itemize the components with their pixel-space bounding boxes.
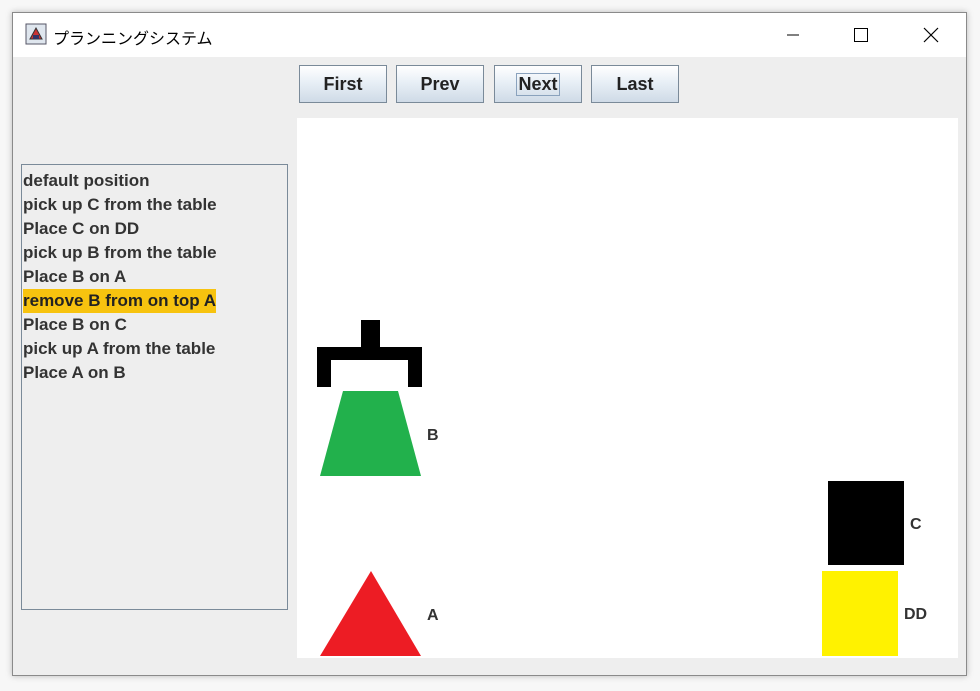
minimize-icon xyxy=(787,34,799,36)
first-button[interactable]: First xyxy=(299,65,387,103)
step-item[interactable]: Place B on C xyxy=(23,313,127,337)
block-dd-label: DD xyxy=(904,606,928,623)
block-b-label: B xyxy=(427,427,439,444)
last-button[interactable]: Last xyxy=(591,65,679,103)
steps-list[interactable]: default position pick up C from the tabl… xyxy=(21,164,288,610)
block-dd-square xyxy=(822,571,898,656)
gripper xyxy=(317,320,422,387)
maximize-icon xyxy=(854,28,868,42)
step-item[interactable]: Place A on B xyxy=(23,361,126,385)
maximize-button[interactable] xyxy=(838,13,884,57)
block-c-label: C xyxy=(910,516,922,533)
java-app-icon xyxy=(25,23,47,45)
scene-canvas: B A C DD xyxy=(297,118,958,658)
window-title: プランニングシステム xyxy=(53,29,213,48)
step-item[interactable]: pick up C from the table xyxy=(23,193,217,217)
next-button[interactable]: Next xyxy=(494,65,582,103)
prev-button[interactable]: Prev xyxy=(396,65,484,103)
step-item[interactable]: Place B on A xyxy=(23,265,126,289)
block-a-label: A xyxy=(427,607,439,624)
block-b-trapezoid xyxy=(320,391,421,476)
step-item-selected[interactable]: remove B from on top A xyxy=(23,289,216,313)
close-button[interactable] xyxy=(908,13,954,57)
title-bar[interactable]: プランニングシステム xyxy=(13,13,966,57)
step-item[interactable]: pick up B from the table xyxy=(23,241,217,265)
minimize-button[interactable] xyxy=(770,13,816,57)
block-c-square xyxy=(828,481,904,565)
scene-drawing xyxy=(317,320,904,656)
close-icon xyxy=(923,27,939,43)
step-item[interactable]: default position xyxy=(23,169,150,193)
app-window: プランニングシステム First Prev Next Last default xyxy=(12,12,967,676)
step-item[interactable]: Place C on DD xyxy=(23,217,139,241)
block-a-triangle xyxy=(320,571,421,656)
step-item[interactable]: pick up A from the table xyxy=(23,337,215,361)
